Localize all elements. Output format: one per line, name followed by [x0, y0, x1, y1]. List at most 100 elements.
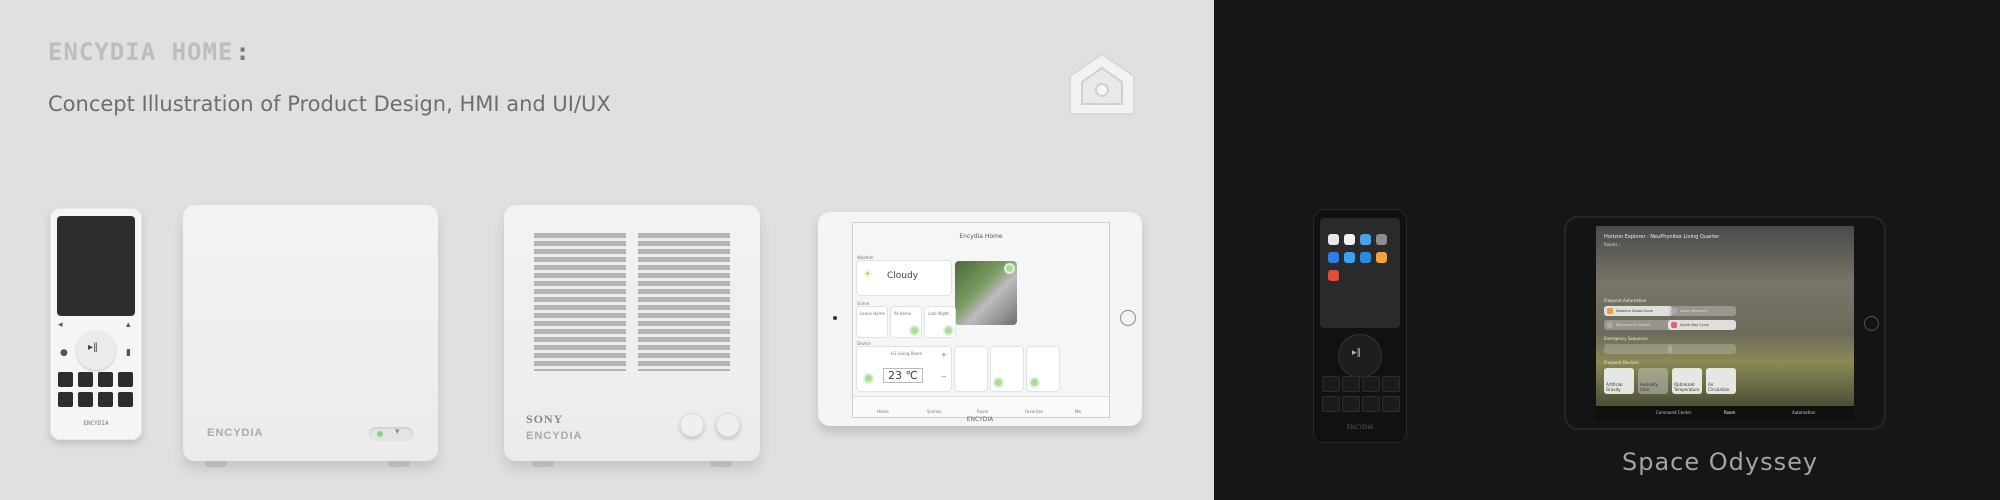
phone-screen	[1320, 218, 1400, 328]
app-title: Encydia Home	[959, 233, 1003, 240]
bottom-nav: Home Scenes Room Favorites Me	[853, 396, 1109, 417]
nav-automation[interactable]: Automation	[1792, 410, 1815, 415]
tablet-screen: Encydia Home Weather ☀ Cloudy Scene Leav…	[852, 222, 1110, 418]
left-arrow-icon: ◂	[58, 320, 63, 330]
section-label: Device	[857, 341, 871, 346]
foot	[205, 461, 227, 467]
key[interactable]	[1362, 376, 1380, 392]
nav-favorites[interactable]: Favorites	[1025, 409, 1043, 414]
space-odyssey-caption: Space Odyssey	[1622, 448, 1819, 476]
screen-subtitle[interactable]: Rooms ›	[1604, 242, 1620, 247]
app-icon[interactable]	[1360, 234, 1371, 245]
device-name: LG Living Room	[891, 351, 923, 356]
device-tile[interactable]: Humidity Core	[1638, 368, 1668, 394]
play-pause-dpad[interactable]: ▸‖	[1338, 334, 1382, 378]
cloud-sun-icon: ☀	[863, 269, 872, 280]
remote-label: ENCYDIA	[83, 420, 109, 427]
scene-card[interactable]: Late Night	[925, 307, 955, 337]
key[interactable]	[1382, 396, 1400, 412]
nav-room[interactable]: Room	[977, 409, 988, 414]
automation-button[interactable]: Lobby Recovery	[1668, 306, 1736, 316]
home-button[interactable]	[1120, 310, 1136, 326]
plus-icon[interactable]: +	[941, 351, 947, 359]
device-tile[interactable]: Air Circulation	[1706, 368, 1736, 394]
play-pause-icon: ▸‖	[1352, 348, 1362, 358]
camera-icon	[833, 316, 837, 320]
plain-speaker: ENCYDIA ▾	[183, 205, 438, 461]
section-label: Weather	[857, 255, 874, 260]
nav-room[interactable]: Room	[1724, 410, 1735, 415]
section-label: Frequent Devices	[1604, 360, 1639, 365]
section-label: Frequent Automation	[1604, 298, 1647, 303]
speaker-label: ENCYDIA	[526, 430, 583, 442]
automation-button[interactable]: Welcome to Station	[1604, 320, 1672, 330]
dark-remote-phone: ▸‖ ENCYDIA	[1314, 210, 1406, 442]
key[interactable]	[1342, 376, 1360, 392]
key[interactable]	[1382, 376, 1400, 392]
light-panel: ENCYDIA HOME: Concept Illustration of Pr…	[0, 0, 1214, 500]
minus-icon[interactable]: −	[941, 373, 947, 381]
weather-card[interactable]: ☀ Cloudy	[857, 261, 951, 295]
space-station-screen: Horizon Explorer · NeuPhynitex Living Qu…	[1596, 226, 1854, 420]
phone-keypad	[1322, 376, 1400, 412]
knob-right[interactable]	[716, 413, 740, 437]
app-icon[interactable]	[1360, 252, 1371, 263]
mic-icon: ●	[60, 348, 68, 358]
device-tile[interactable]: Artificial Gravity	[1604, 368, 1634, 394]
device-card[interactable]	[1027, 347, 1059, 391]
bottom-nav: Command Center Room Automation	[1596, 406, 1854, 420]
speaker-grille	[638, 233, 730, 371]
power-icon[interactable]	[865, 375, 872, 382]
key[interactable]	[1322, 376, 1340, 392]
app-icon[interactable]	[1328, 270, 1339, 281]
key[interactable]	[1342, 396, 1360, 412]
key[interactable]	[78, 392, 93, 407]
chevron-down-icon: ▾	[395, 427, 400, 437]
key[interactable]	[58, 392, 73, 407]
app-icon[interactable]	[1344, 234, 1355, 245]
page-subtitle: Concept Illustration of Product Design, …	[48, 92, 611, 116]
device-card[interactable]	[955, 347, 987, 391]
emergency-button[interactable]	[1668, 344, 1736, 354]
foot	[532, 461, 554, 467]
remote-keypad	[58, 372, 134, 407]
camera-feed[interactable]	[955, 261, 1017, 325]
play-pause-dpad[interactable]: ▸‖	[76, 330, 116, 370]
app-icon[interactable]	[1328, 234, 1339, 245]
knob-left[interactable]	[680, 413, 704, 437]
app-icon[interactable]	[1344, 252, 1355, 263]
key[interactable]	[78, 372, 93, 387]
home-button[interactable]	[1864, 316, 1879, 331]
emergency-button[interactable]	[1604, 344, 1672, 354]
weather-condition: Cloudy	[887, 271, 919, 281]
live-dot-icon	[1006, 265, 1013, 272]
key[interactable]	[1322, 396, 1340, 412]
speaker-label: ENCYDIA	[207, 427, 264, 439]
speaker-toggle[interactable]: ▾	[369, 427, 413, 441]
scene-card[interactable]: At Home	[891, 307, 921, 337]
nav-command-center[interactable]: Command Center	[1656, 410, 1691, 415]
app-icon[interactable]	[1328, 252, 1339, 263]
dark-tablet: Horizon Explorer · NeuPhynitex Living Qu…	[1566, 218, 1884, 428]
key[interactable]	[118, 372, 133, 387]
key[interactable]	[1362, 396, 1380, 412]
key[interactable]	[98, 392, 113, 407]
automation-button[interactable]: Synth Day Cycle	[1668, 320, 1736, 330]
automation-button[interactable]: Seasons Global Zone	[1604, 306, 1672, 316]
nav-home[interactable]: Home	[877, 409, 889, 414]
key[interactable]	[98, 372, 113, 387]
light-tablet: Encydia Home Weather ☀ Cloudy Scene Leav…	[818, 212, 1142, 426]
scene-card[interactable]: Leave Home	[857, 307, 887, 337]
app-icon[interactable]	[1376, 252, 1387, 263]
nav-scenes[interactable]: Scenes	[927, 409, 941, 414]
phone-label: ENCYDIA	[1346, 424, 1374, 431]
device-tile[interactable]: Optimized Temperature	[1672, 368, 1702, 394]
key[interactable]	[118, 392, 133, 407]
nav-me[interactable]: Me	[1075, 409, 1081, 414]
play-pause-icon: ▸‖	[88, 342, 99, 353]
foot	[388, 461, 410, 467]
key[interactable]	[58, 372, 73, 387]
app-icon[interactable]	[1376, 234, 1387, 245]
brand-title: ENCYDIA HOME:	[48, 38, 251, 66]
device-card[interactable]	[991, 347, 1023, 391]
